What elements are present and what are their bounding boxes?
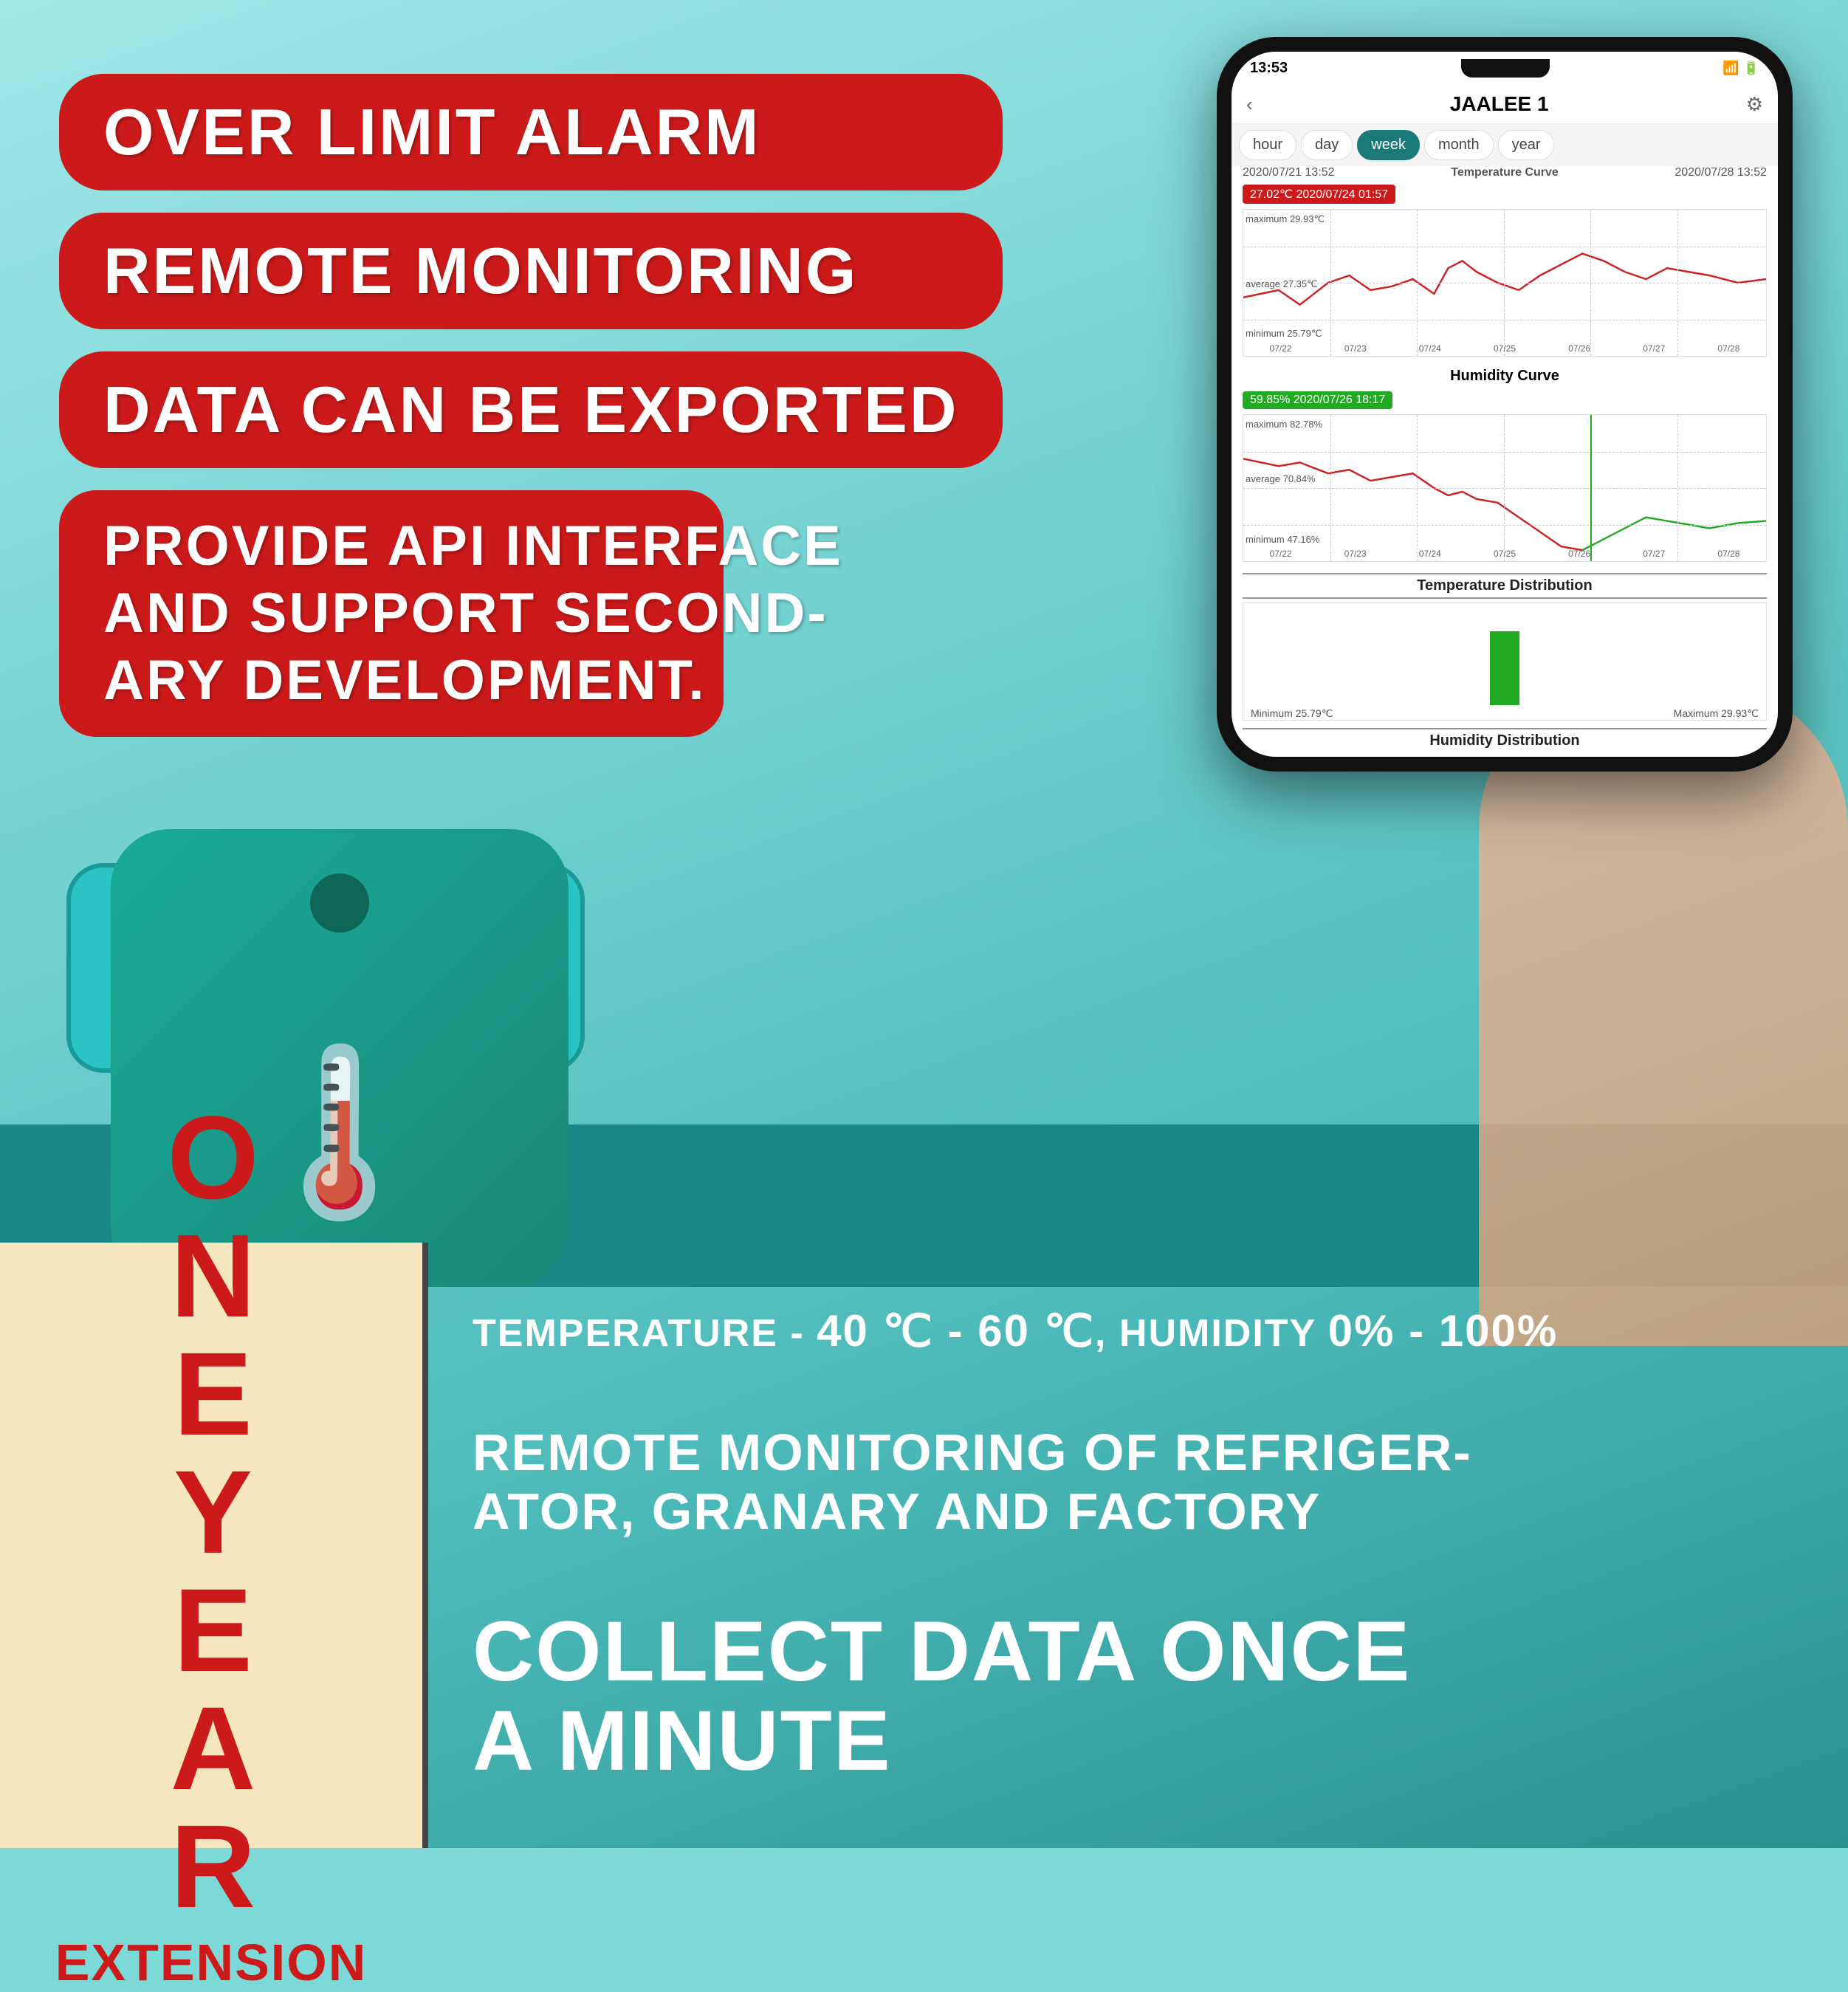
oy-r: R	[171, 1807, 253, 1926]
badge-api: PROVIDE API INTERFACE AND SUPPORT SECOND…	[59, 490, 724, 737]
chart-title-temp: Temperature Curve	[1451, 166, 1559, 179]
badge-remote-monitoring: REMOTE MONITORING	[59, 213, 1003, 329]
oy-a: A	[171, 1689, 253, 1807]
vert-line-5	[1677, 210, 1678, 356]
temp-min-label: minimum 25.79℃	[1246, 328, 1322, 340]
vert-line-1	[1330, 210, 1331, 356]
hum-highlight-line	[1590, 415, 1592, 561]
phone-screen: 13:53 📶 🔋 ‹ JAALEE 1 ⚙ hour day week mon…	[1232, 52, 1778, 757]
badge-data-export: DATA CAN BE EXPORTED	[59, 351, 1003, 468]
temp-dist-chart: Minimum 25.79℃ Maximum 29.93℃	[1243, 602, 1767, 721]
temp-dist-section: Temperature Distribution Minimum 25.79℃ …	[1232, 569, 1778, 724]
hum-vert-1	[1330, 415, 1331, 561]
temp-dist-labels: Minimum 25.79℃ Maximum 29.93℃	[1243, 707, 1766, 720]
badge-over-limit-text: OVER LIMIT ALARM	[103, 95, 760, 168]
temp-dist-title: Temperature Distribution	[1243, 573, 1767, 599]
date-start: 2020/07/21 13:52	[1243, 166, 1335, 179]
settings-icon[interactable]: ⚙	[1746, 93, 1763, 116]
notch	[1461, 59, 1550, 78]
hum-avg-label: average 70.84%	[1246, 473, 1316, 484]
temp-highlight-tag: 27.02℃ 2020/07/24 01:57	[1243, 185, 1395, 204]
grid-line-2	[1243, 283, 1766, 284]
phone-container: 13:53 📶 🔋 ‹ JAALEE 1 ⚙ hour day week mon…	[1184, 37, 1826, 772]
hum-grid-1	[1243, 452, 1766, 453]
chart-date-range: 2020/07/21 13:52 Temperature Curve 2020/…	[1243, 166, 1767, 179]
oy-extension: EXTENSION	[55, 1933, 368, 1992]
feature-badges-container: OVER LIMIT ALARM REMOTE MONITORING DATA …	[59, 74, 1003, 737]
hum-dist-heading-area: Humidity Distribution	[1232, 724, 1778, 757]
tab-month[interactable]: month	[1424, 130, 1494, 160]
tab-hour[interactable]: hour	[1239, 130, 1296, 160]
status-time: 13:53	[1250, 60, 1288, 77]
temp-x-labels: 07/22 07/23 07/24 07/25 07/26 07/27 07/2…	[1243, 343, 1766, 354]
temp-max-label: maximum 29.93℃	[1246, 213, 1325, 225]
temp-dist-min: Minimum 25.79℃	[1251, 707, 1333, 720]
temperature-chart-section: 2020/07/21 13:52 Temperature Curve 2020/…	[1232, 166, 1778, 364]
app-header: ‹ JAALEE 1 ⚙	[1232, 85, 1778, 124]
hum-grid-2	[1243, 488, 1766, 489]
tab-year[interactable]: year	[1498, 130, 1555, 160]
vert-line-4	[1590, 210, 1591, 356]
phone: 13:53 📶 🔋 ‹ JAALEE 1 ⚙ hour day week mon…	[1217, 37, 1793, 772]
hum-max-label: maximum 82.78%	[1246, 419, 1322, 430]
badge-over-limit: OVER LIMIT ALARM	[59, 74, 1003, 190]
temp-avg-label: average 27.35℃	[1246, 278, 1318, 290]
chart-tabs: hour day week month year	[1232, 124, 1778, 166]
tab-day[interactable]: day	[1301, 130, 1353, 160]
remote-monitoring-description: REMOTE MONITORING OF REFRIGER-ATOR, GRAN…	[473, 1423, 1804, 1542]
tab-week[interactable]: week	[1357, 130, 1420, 160]
hum-vert-2	[1417, 415, 1418, 561]
temp-dist-max: Maximum 29.93℃	[1674, 707, 1759, 720]
hum-highlight-tag: 59.85% 2020/07/26 18:17	[1243, 391, 1392, 409]
oy-e: E	[174, 1335, 249, 1453]
hum-x-labels: 07/22 07/23 07/24 07/25 07/26 07/27 07/2…	[1243, 549, 1766, 559]
bottom-right-content: TEMPERATURE - 40 ℃ - 60 ℃, HUMIDITY 0% -…	[428, 1243, 1848, 1848]
hum-title: Humidity Curve	[1243, 368, 1767, 385]
hum-min-label: minimum 47.16%	[1246, 534, 1319, 545]
temp-spec-text: TEMPERATURE - 40 ℃ - 60 ℃, HUMIDITY 0% -…	[473, 1305, 1804, 1357]
badge-data-text: DATA CAN BE EXPORTED	[103, 373, 958, 446]
oy-y: Y	[174, 1453, 249, 1571]
one-year-box: O N E Y E A R EXTENSION	[0, 1243, 428, 1848]
temp-dist-bar	[1490, 631, 1519, 705]
date-end: 2020/07/28 13:52	[1674, 166, 1767, 179]
oy-n: N	[171, 1217, 253, 1335]
oy-o: O	[167, 1099, 255, 1217]
collect-data-text: COLLECT DATA ONCEA MINUTE	[473, 1607, 1804, 1786]
humidity-chart-section: Humidity Curve 59.85% 2020/07/26 18:17	[1232, 368, 1778, 569]
hum-grid-3	[1243, 525, 1766, 526]
app-title: JAALEE 1	[1253, 92, 1746, 116]
badge-api-text: PROVIDE API INTERFACE AND SUPPORT SECOND…	[103, 515, 843, 712]
bottom-section: O N E Y E A R EXTENSION TEMPERATURE - 40…	[0, 1243, 1848, 1848]
status-icons: 📶 🔋	[1722, 61, 1759, 76]
badge-remote-text: REMOTE MONITORING	[103, 234, 858, 307]
vert-line-2	[1417, 210, 1418, 356]
thermometer-icon: 🌡️	[238, 1037, 441, 1228]
hum-dist-title: Humidity Distribution	[1243, 728, 1767, 749]
vert-line-3	[1504, 210, 1505, 356]
oy-ea: E	[174, 1571, 249, 1689]
hum-vert-5	[1677, 415, 1678, 561]
back-arrow-icon[interactable]: ‹	[1246, 93, 1253, 116]
hum-vert-3	[1504, 415, 1505, 561]
